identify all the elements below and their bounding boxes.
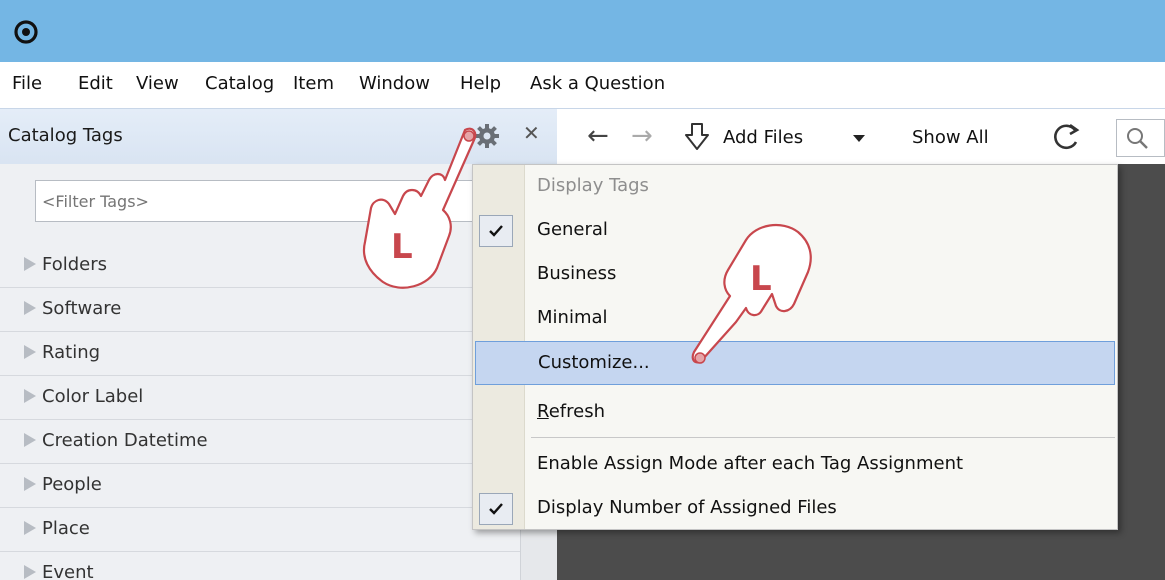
menu-item-label: Enable Assign Mode after each Tag Assign… <box>537 453 964 474</box>
panel-title: Catalog Tags <box>8 125 123 146</box>
menu-item-label: Refresh <box>537 401 605 422</box>
triangle-right-icon <box>24 345 36 359</box>
toolbar: ← → Add Files Show All <box>557 108 1165 164</box>
menu-item-enable-assign-mode[interactable]: Enable Assign Mode after each Tag Assign… <box>473 443 1117 487</box>
add-files-icon <box>685 123 709 150</box>
menu-catalog[interactable]: Catalog <box>205 73 274 94</box>
pointing-hand-icon-1: L <box>362 127 477 289</box>
menu-ask-question[interactable]: Ask a Question <box>530 73 665 94</box>
triangle-right-icon <box>24 565 36 579</box>
tag-row-event[interactable]: Event <box>0 552 520 580</box>
menu-item-refresh[interactable]: Refresh <box>473 391 1117 435</box>
search-icon <box>1127 128 1148 149</box>
tag-row-rating[interactable]: Rating <box>0 332 520 376</box>
menu-item-label: General <box>537 219 608 240</box>
tag-label: Folders <box>42 254 108 275</box>
tag-label: Creation Datetime <box>42 430 208 451</box>
tag-label: Software <box>42 298 122 319</box>
pointing-hand-icon-2: L <box>691 224 812 364</box>
menu-item-label: Business <box>537 263 617 284</box>
check-icon <box>479 493 513 525</box>
menu-item-label: Minimal <box>537 307 608 328</box>
title-bar <box>0 0 1165 62</box>
menu-header-display-tags: Display Tags <box>473 165 1117 209</box>
menu-item-label-rest: efresh <box>548 401 605 422</box>
menu-window[interactable]: Window <box>359 73 430 94</box>
triangle-right-icon <box>24 389 36 403</box>
tag-label: Event <box>42 562 94 580</box>
menu-item-label: Customize... <box>538 352 650 373</box>
arrow-right-icon[interactable]: → <box>631 121 653 151</box>
add-files-label: Add Files <box>723 127 804 148</box>
tag-row-place[interactable]: Place <box>0 508 520 552</box>
mnemonic-letter: R <box>537 401 549 422</box>
show-all-button[interactable]: Show All <box>912 127 989 148</box>
triangle-right-icon <box>24 301 36 315</box>
arrow-left-icon[interactable]: ← <box>587 121 609 151</box>
menu-header-label: Display Tags <box>537 175 649 196</box>
tag-row-people[interactable]: People <box>0 464 520 508</box>
triangle-right-icon <box>24 257 36 271</box>
tag-label: Rating <box>42 342 101 363</box>
search-input[interactable] <box>1116 119 1165 157</box>
tag-label: People <box>42 474 102 495</box>
app-logo-icon <box>14 20 38 44</box>
tag-row-creation-datetime[interactable]: Creation Datetime <box>0 420 520 464</box>
menu-separator <box>531 437 1115 438</box>
menu-item-display-number[interactable]: Display Number of Assigned Files <box>473 487 1117 531</box>
menu-view[interactable]: View <box>136 73 179 94</box>
tag-label: Place <box>42 518 90 539</box>
hand-letter-1: L <box>391 227 413 267</box>
triangle-right-icon <box>24 477 36 491</box>
menu-item-label: Display Number of Assigned Files <box>537 497 837 518</box>
menu-help[interactable]: Help <box>460 73 501 94</box>
tag-row-color-label[interactable]: Color Label <box>0 376 520 420</box>
hand-letter-2: L <box>750 259 772 299</box>
menu-item[interactable]: Item <box>293 73 334 94</box>
tag-label: Color Label <box>42 386 144 407</box>
menu-bar: File Edit View Catalog Item Window Help … <box>0 62 1165 108</box>
triangle-right-icon <box>24 521 36 535</box>
close-icon[interactable]: ✕ <box>523 121 540 145</box>
menu-edit[interactable]: Edit <box>78 73 113 94</box>
menu-file[interactable]: File <box>12 73 42 94</box>
triangle-right-icon <box>24 433 36 447</box>
chevron-down-icon[interactable] <box>853 135 865 142</box>
refresh-icon[interactable] <box>1051 121 1081 153</box>
